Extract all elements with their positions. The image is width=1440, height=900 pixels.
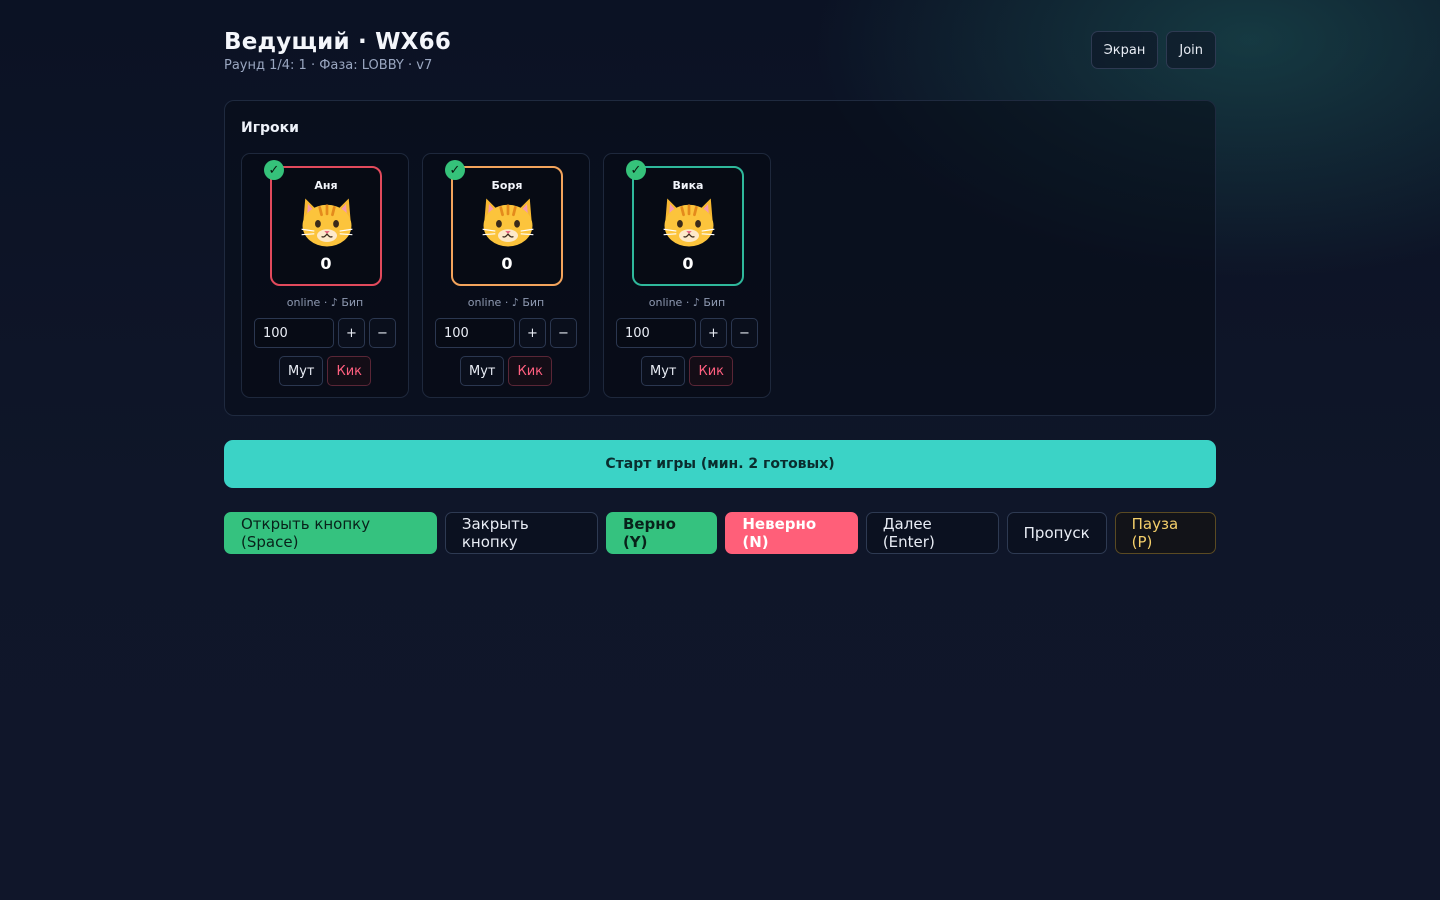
status-separator: · <box>323 296 328 309</box>
stake-input[interactable] <box>435 318 515 348</box>
stake-controls: + − <box>254 318 396 348</box>
player-name: Боря <box>491 179 523 192</box>
player-status: online · ♪ Бип <box>423 296 589 309</box>
player-score: 0 <box>320 254 332 273</box>
player-score: 0 <box>682 254 694 273</box>
mute-button[interactable]: Мут <box>459 356 505 386</box>
sound-label: ♪ Бип <box>511 296 545 309</box>
stake-input[interactable] <box>254 318 334 348</box>
player-card: Вика 0 <box>632 166 744 286</box>
open-buzzer-button[interactable]: Открыть кнопку (Space) <box>224 512 437 554</box>
stake-plus-button[interactable]: + <box>338 318 365 348</box>
online-status: online <box>648 296 683 309</box>
correct-button[interactable]: Верно (Y) <box>605 512 718 554</box>
stake-input[interactable] <box>616 318 696 348</box>
stake-controls: + − <box>616 318 758 348</box>
start-game-button[interactable]: Старт игры (мин. 2 готовых) <box>224 440 1216 488</box>
pause-button[interactable]: Пауза (P) <box>1114 512 1216 554</box>
player-actions: Мут Кик <box>242 356 408 386</box>
host-page: Ведущий · WX66 Раунд 1/4: 1 · Фаза: LOBB… <box>224 28 1216 554</box>
wrong-button[interactable]: Неверно (N) <box>725 512 858 554</box>
player-status: online · ♪ Бип <box>604 296 770 309</box>
player-score: 0 <box>501 254 513 273</box>
screen-button[interactable]: Экран <box>1090 31 1159 69</box>
ready-checkmark-icon: ✓ <box>264 160 284 180</box>
ready-checkmark-icon: ✓ <box>445 160 465 180</box>
player-card: Боря 0 <box>451 166 563 286</box>
kick-button[interactable]: Кик <box>508 356 552 386</box>
round-info: Раунд 1/4: 1 · Фаза: LOBBY · v7 <box>224 58 433 73</box>
player-actions: Мут Кик <box>604 356 770 386</box>
cat-face-icon <box>663 198 715 247</box>
online-status: online <box>467 296 502 309</box>
page-title: Ведущий · WX66 <box>224 29 452 55</box>
skip-button[interactable]: Пропуск <box>1006 512 1107 554</box>
sound-label: ♪ Бип <box>692 296 726 309</box>
join-button[interactable]: Join <box>1166 31 1216 69</box>
stake-plus-button[interactable]: + <box>519 318 546 348</box>
stake-minus-button[interactable]: − <box>731 318 758 348</box>
stake-minus-button[interactable]: − <box>550 318 577 348</box>
player-tile: ✓ Боря 0 online · ♪ Бип 100 + − Мут Кик <box>422 153 590 398</box>
cat-face-icon <box>482 198 534 247</box>
players-panel-title: Игроки <box>241 120 299 136</box>
player-tile: ✓ Аня 0 online · ♪ Бип 100 + − Мут Кик <box>241 153 409 398</box>
player-name: Аня <box>314 179 338 192</box>
mute-button[interactable]: Мут <box>640 356 686 386</box>
close-buzzer-button[interactable]: Закрыть кнопку <box>444 512 598 554</box>
player-actions: Мут Кик <box>423 356 589 386</box>
header: Ведущий · WX66 Раунд 1/4: 1 · Фаза: LOBB… <box>224 28 1216 100</box>
stake-minus-button[interactable]: − <box>369 318 396 348</box>
next-button[interactable]: Далее (Enter) <box>865 512 999 554</box>
online-status: online <box>286 296 321 309</box>
header-actions: Экран Join <box>1090 31 1216 69</box>
player-status: online · ♪ Бип <box>242 296 408 309</box>
player-name: Вика <box>672 179 704 192</box>
mute-button[interactable]: Мут <box>278 356 324 386</box>
status-separator: · <box>504 296 509 309</box>
player-tile: ✓ Вика 0 online · ♪ Бип 100 + − Мут Кик <box>603 153 771 398</box>
stake-plus-button[interactable]: + <box>700 318 727 348</box>
kick-button[interactable]: Кик <box>689 356 733 386</box>
host-controls: Открыть кнопку (Space) Закрыть кнопку Ве… <box>224 512 1216 554</box>
player-card: Аня 0 <box>270 166 382 286</box>
ready-checkmark-icon: ✓ <box>626 160 646 180</box>
kick-button[interactable]: Кик <box>327 356 371 386</box>
players-list: ✓ Аня 0 online · ♪ Бип 100 + − Мут Кик ✓… <box>241 153 771 398</box>
stake-controls: + − <box>435 318 577 348</box>
status-separator: · <box>685 296 690 309</box>
cat-face-icon <box>301 198 353 247</box>
players-panel: Игроки ✓ Аня 0 online · ♪ Бип 100 + − Му… <box>224 100 1216 416</box>
sound-label: ♪ Бип <box>330 296 364 309</box>
